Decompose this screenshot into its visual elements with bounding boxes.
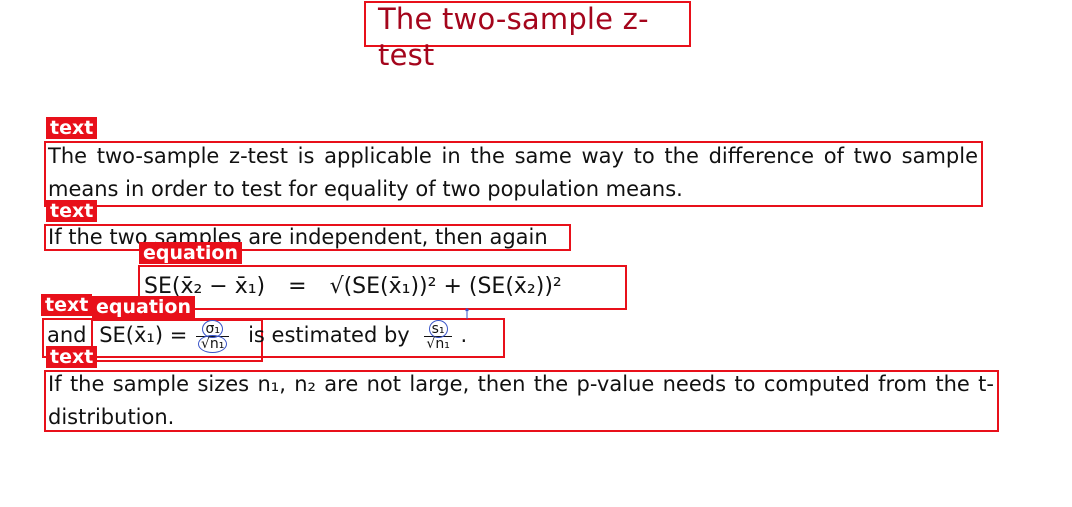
paragraph-1: The two-sample z-test is applicable in t… xyxy=(48,144,978,201)
se-expression: SE(x̄₁) = xyxy=(99,323,188,347)
line-4: and SE(x̄₁) = σ₁ √n₁ is estimated by s₁ … xyxy=(47,318,468,353)
equation-1-rhs: √(SE(x̄₁))² + (SE(x̄₂))² xyxy=(329,274,562,299)
sigma-over-root-n-fraction: σ₁ √n₁ xyxy=(196,319,230,353)
slide-title: The two-sample z-test xyxy=(378,2,649,72)
paragraph-5: If the sample sizes n₁, n₂ are not large… xyxy=(48,372,994,429)
region-tag-text: text xyxy=(46,200,98,222)
fraction-numerator: s₁ xyxy=(424,319,452,338)
region-tag-text: text xyxy=(41,294,93,316)
and-word: and xyxy=(47,323,87,347)
fraction-denominator: √n₁ xyxy=(426,335,450,352)
s-over-root-n-fraction: s₁ √n₁ xyxy=(424,319,452,352)
equation-1-equals: = xyxy=(288,274,307,299)
pen-mark xyxy=(465,308,469,319)
estimated-by-text: is estimated by xyxy=(248,323,410,347)
region-tag-text: text xyxy=(46,117,98,139)
paragraph-2: If the two samples are independent, then… xyxy=(48,225,548,249)
end-period: . xyxy=(460,323,468,347)
fraction-denominator: √n₁ xyxy=(196,334,229,353)
region-tag-equation: equation xyxy=(92,296,196,318)
region-tag-equation: equation xyxy=(139,242,243,264)
equation-1: SE(x̄₂ − x̄₁) = √(SE(x̄₁))² + (SE(x̄₂))² xyxy=(144,270,562,304)
region-tag-text: text xyxy=(46,346,98,368)
